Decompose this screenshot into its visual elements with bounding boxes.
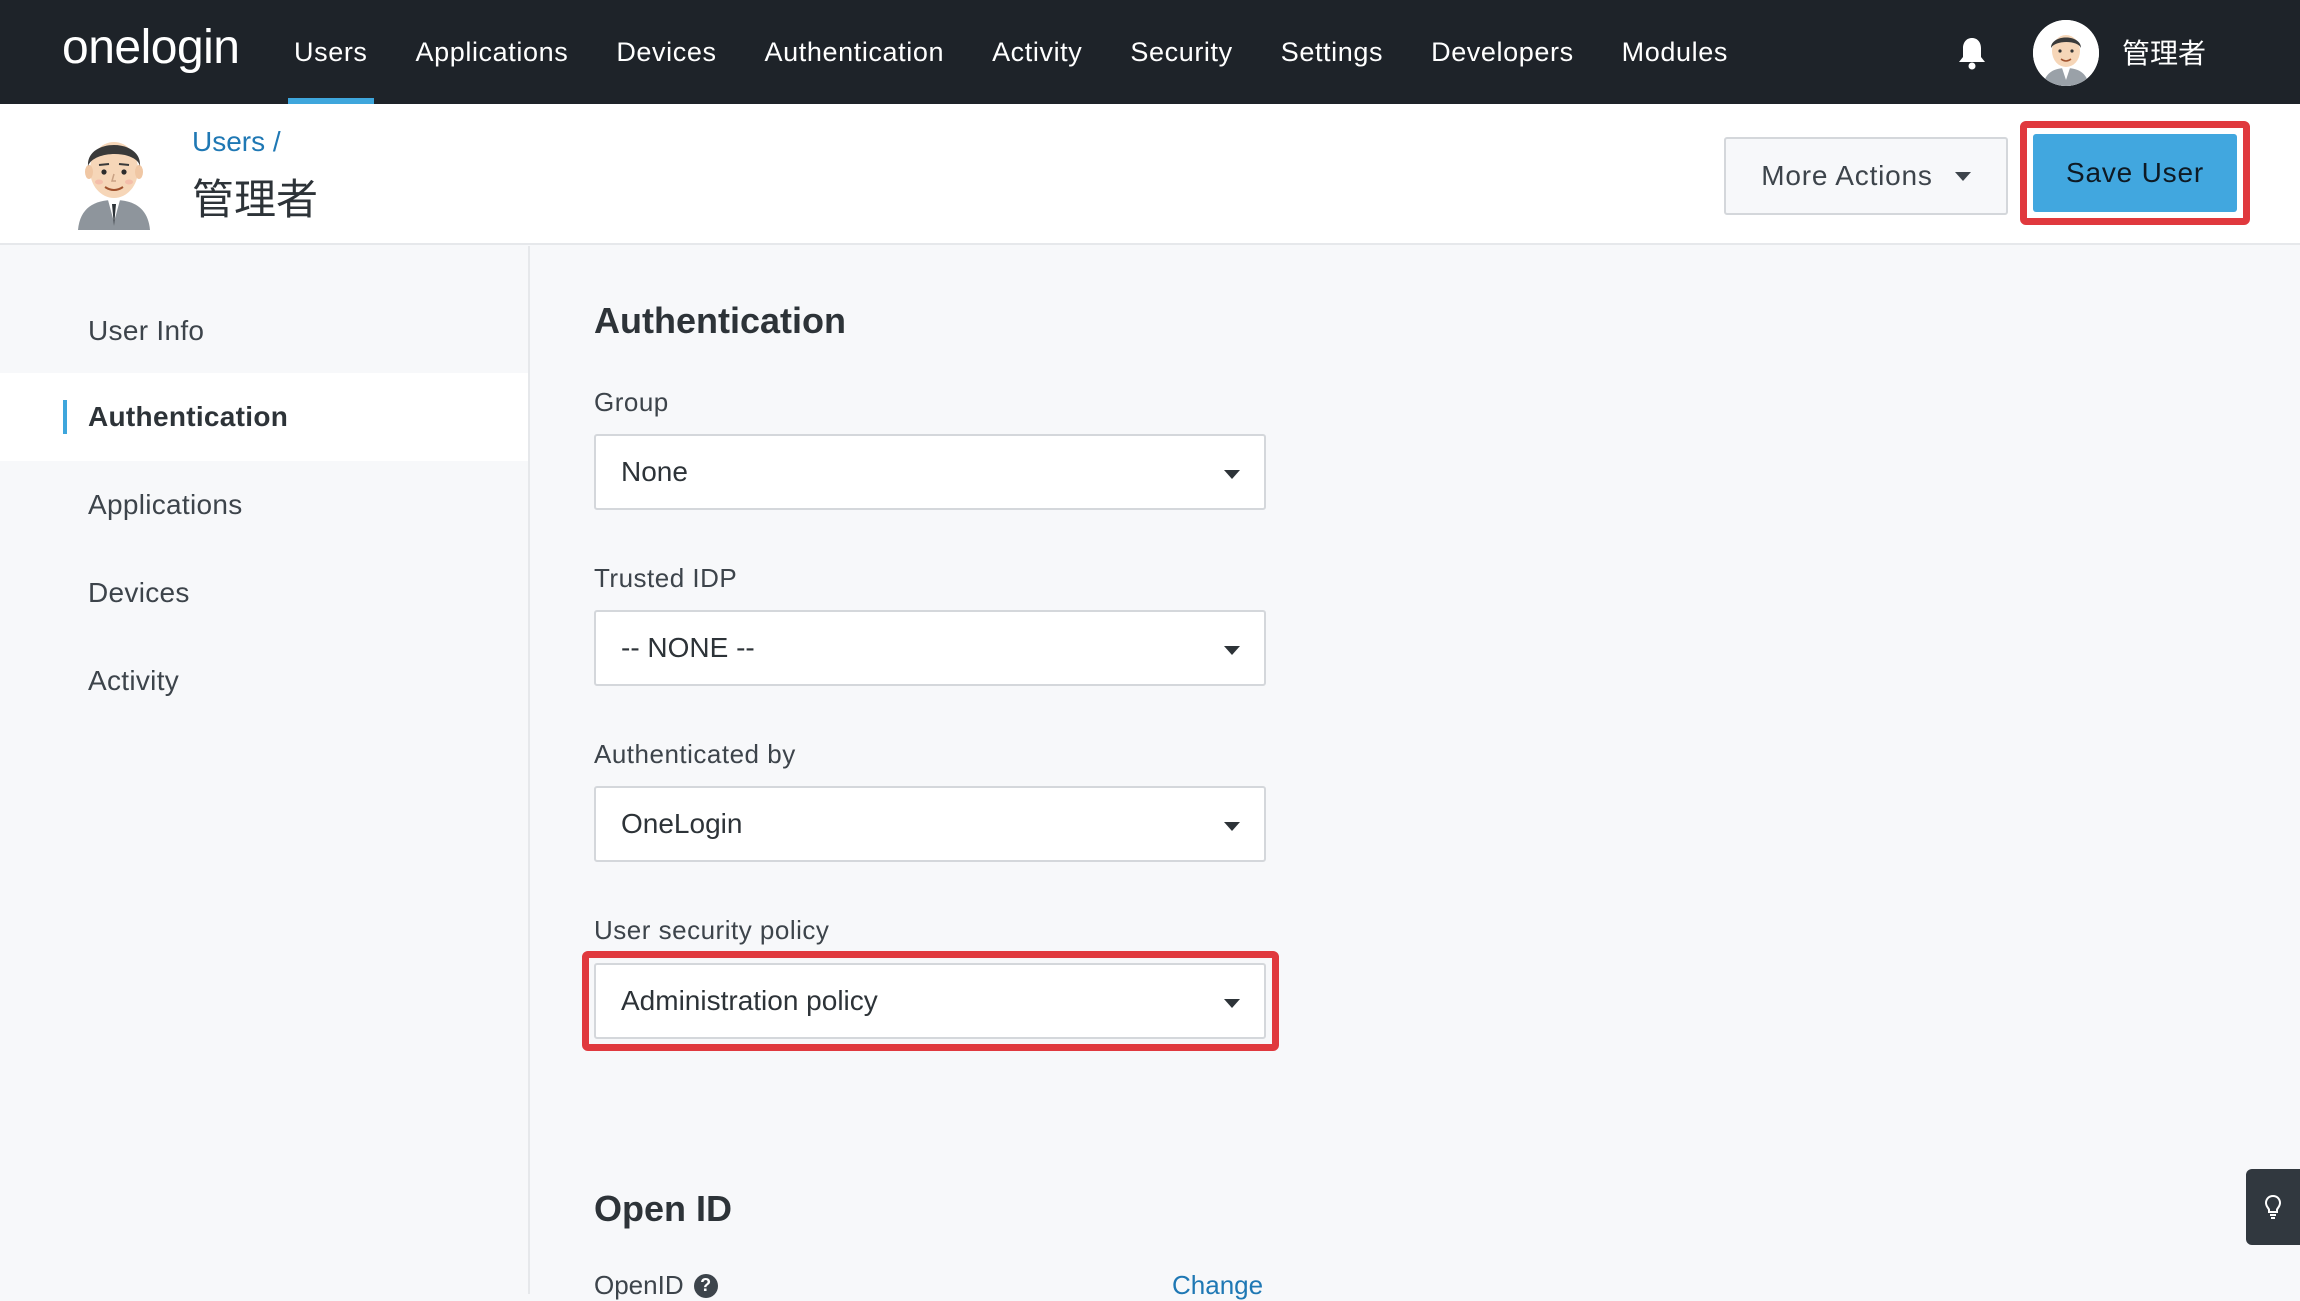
- caret-down-icon: [1224, 646, 1240, 655]
- breadcrumb-users-link[interactable]: Users /: [192, 126, 281, 158]
- user-security-policy-select-value: Administration policy: [621, 985, 878, 1016]
- user-security-policy-label: User security policy: [594, 915, 830, 945]
- nav-item-devices[interactable]: Devices: [592, 0, 740, 104]
- nav-item-modules[interactable]: Modules: [1598, 0, 1752, 104]
- openid-label: OpenID: [594, 1270, 684, 1300]
- sidebar-item-authentication[interactable]: Authentication: [0, 373, 528, 461]
- sidebar-item-user-info[interactable]: User Info: [0, 287, 528, 375]
- caret-down-icon: [1224, 999, 1240, 1008]
- authenticated-by-select-value: OneLogin: [621, 808, 743, 839]
- onelogin-logo[interactable]: onelogin: [62, 20, 240, 75]
- top-navigation-bar: onelogin Users Applications Devices Auth…: [0, 0, 2300, 104]
- trusted-idp-select-value: -- NONE --: [621, 632, 755, 663]
- section-title-open-id: Open ID: [594, 1188, 733, 1229]
- sidebar-item-activity[interactable]: Activity: [0, 637, 528, 725]
- caret-down-icon: [1954, 171, 1971, 181]
- lightbulb-icon: [2264, 1194, 2282, 1219]
- group-select-value: None: [621, 456, 688, 487]
- user-avatar-small[interactable]: [2033, 20, 2099, 86]
- caret-down-icon: [1224, 822, 1240, 831]
- more-actions-label: More Actions: [1761, 160, 1933, 191]
- nav-item-activity[interactable]: Activity: [968, 0, 1106, 104]
- authenticated-by-label: Authenticated by: [594, 739, 796, 769]
- trusted-idp-select[interactable]: -- NONE --: [594, 610, 1266, 686]
- caret-down-icon: [1224, 470, 1240, 479]
- group-select[interactable]: None: [594, 434, 1266, 510]
- trusted-idp-label: Trusted IDP: [594, 563, 738, 593]
- section-title-authentication: Authentication: [594, 300, 846, 341]
- user-sidebar: User Info Authentication Applications De…: [0, 246, 530, 1294]
- save-user-button[interactable]: Save User: [2033, 134, 2237, 212]
- current-user-name[interactable]: 管理者: [2122, 32, 2206, 72]
- sidebar-item-applications[interactable]: Applications: [0, 461, 528, 549]
- nav-item-applications[interactable]: Applications: [392, 0, 593, 104]
- nav-item-settings[interactable]: Settings: [1257, 0, 1407, 104]
- bell-icon[interactable]: [1957, 36, 1987, 70]
- group-label: Group: [594, 387, 669, 417]
- page-title: 管理者: [192, 176, 319, 223]
- nav-item-authentication[interactable]: Authentication: [741, 0, 969, 104]
- sidebar-item-devices[interactable]: Devices: [0, 549, 528, 637]
- user-avatar: [72, 122, 156, 230]
- nav-item-security[interactable]: Security: [1106, 0, 1256, 104]
- authenticated-by-select[interactable]: OneLogin: [594, 786, 1266, 862]
- page-header: Users / 管理者 More Actions: [0, 104, 2300, 245]
- nav-item-developers[interactable]: Developers: [1407, 0, 1598, 104]
- user-security-policy-select[interactable]: Administration policy: [594, 963, 1266, 1039]
- main-nav: Users Applications Devices Authenticatio…: [270, 0, 1752, 104]
- more-actions-button[interactable]: More Actions: [1724, 137, 2008, 215]
- nav-item-users[interactable]: Users: [270, 0, 392, 104]
- openid-label-row: OpenID ?: [594, 1270, 718, 1301]
- tips-button[interactable]: [2246, 1169, 2300, 1245]
- openid-change-link[interactable]: Change: [1172, 1270, 1263, 1301]
